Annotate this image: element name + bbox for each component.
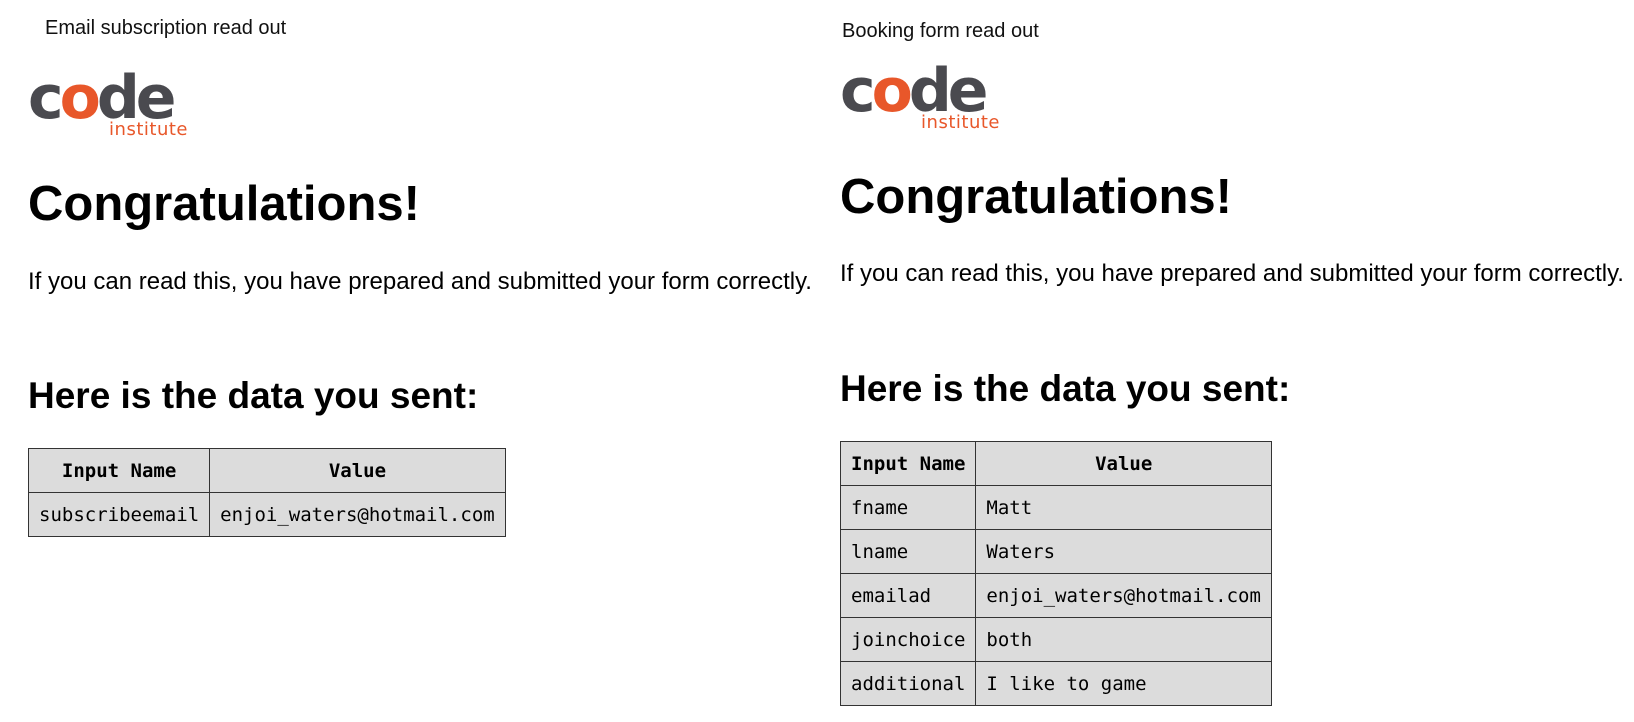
table-row: fname Matt (839, 485, 1272, 530)
value-cell: I like to game (975, 661, 1272, 706)
table-row: emailad enjoi_waters@hotmail.com (839, 573, 1272, 618)
input-name-cell: joinchoice (839, 617, 977, 662)
input-name-cell: emailad (839, 573, 977, 618)
page-title: Congratulations! (28, 177, 420, 231)
data-heading: Here is the data you sent: (28, 375, 479, 416)
table-header-row: Input Name Value (27, 448, 506, 493)
column-header-input-name: Input Name (27, 448, 211, 493)
table-row: joinchoice both (839, 617, 1272, 662)
panel-caption: Email subscription read out (45, 17, 287, 39)
intro-text: If you can read this, you have prepared … (28, 268, 812, 295)
booking-form-panel: Booking form read out code institute Con… (836, 0, 1634, 722)
column-header-input-name: Input Name (839, 441, 977, 486)
intro-text: If you can read this, you have prepared … (840, 260, 1624, 287)
data-table: Input Name Value fname Matt lname Waters… (839, 441, 1272, 706)
code-institute-logo: code institute (840, 61, 1000, 141)
input-name-cell: additional (839, 661, 977, 706)
code-institute-logo: code institute (28, 68, 188, 148)
value-cell: enjoi_waters@hotmail.com (209, 492, 506, 537)
value-cell: enjoi_waters@hotmail.com (975, 573, 1272, 618)
data-heading: Here is the data you sent: (840, 368, 1291, 409)
panel-caption: Booking form read out (842, 20, 1039, 42)
table-row: additional I like to game (839, 661, 1272, 706)
input-name-cell: lname (839, 529, 977, 574)
value-cell: Matt (975, 485, 1272, 530)
table-row: lname Waters (839, 529, 1272, 574)
table-header-row: Input Name Value (839, 441, 1272, 486)
table-row: subscribeemail enjoi_waters@hotmail.com (27, 492, 506, 537)
column-header-value: Value (209, 448, 506, 493)
logo-subtitle: institute (921, 112, 1000, 133)
input-name-cell: fname (839, 485, 977, 530)
input-name-cell: subscribeemail (27, 492, 211, 537)
page-title: Congratulations! (840, 170, 1232, 224)
value-cell: Waters (975, 529, 1272, 574)
logo-subtitle: institute (109, 119, 188, 140)
column-header-value: Value (975, 441, 1272, 486)
value-cell: both (975, 617, 1272, 662)
data-table: Input Name Value subscribeemail enjoi_wa… (27, 448, 506, 537)
email-subscription-panel: Email subscription read out code institu… (0, 0, 830, 722)
